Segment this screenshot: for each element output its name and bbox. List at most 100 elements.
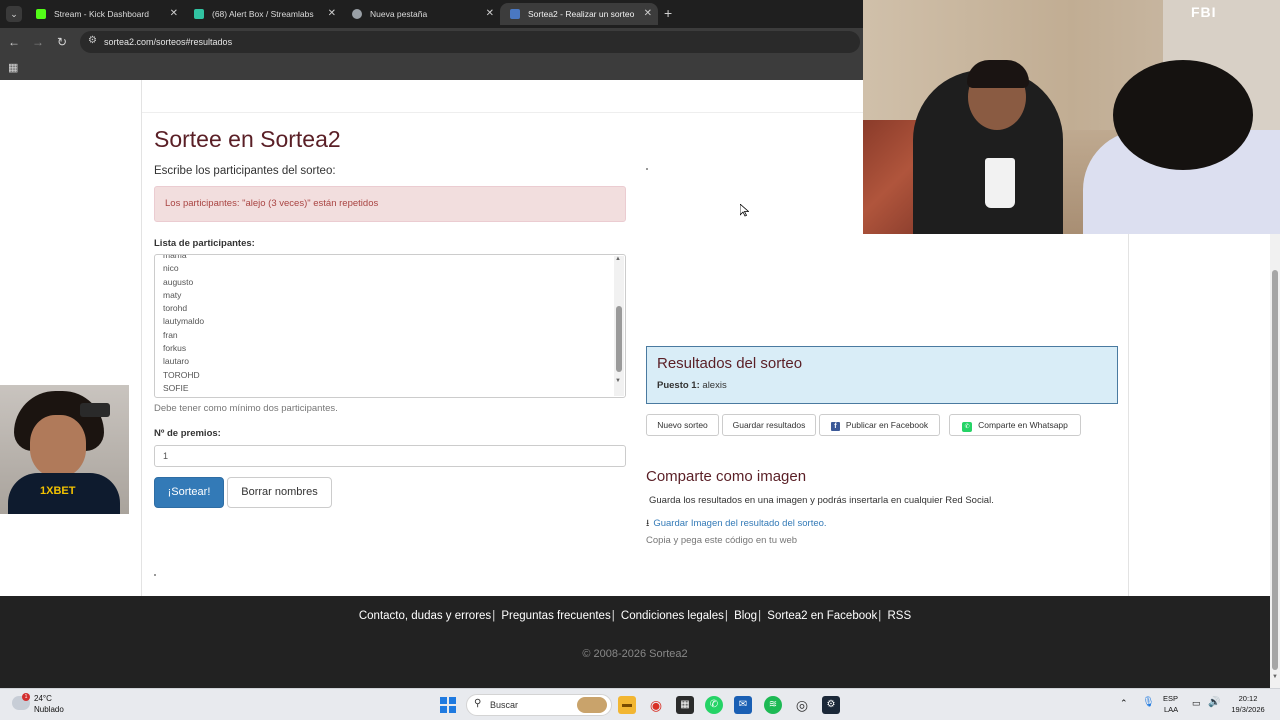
prizes-input[interactable]: 1 xyxy=(154,445,626,467)
volume-icon[interactable]: 🔊 xyxy=(1208,697,1220,708)
participant-line: augusto xyxy=(163,276,194,287)
footer-link-legal[interactable]: Condiciones legales xyxy=(621,610,724,622)
webcam-label: FBI xyxy=(1191,4,1217,20)
display-icon[interactable]: ▭ xyxy=(1192,698,1201,709)
shirt-logo: 1XBET xyxy=(40,485,76,497)
tab-title: Stream - Kick Dashboard xyxy=(54,9,149,19)
windows-taskbar: 1 24°C Nublado ⚲ Buscar ▬ ◉ ▦ ✆ ✉ ≋ ◎ ⚙ … xyxy=(0,688,1280,720)
spotify-icon[interactable]: ≋ xyxy=(764,696,782,714)
back-icon[interactable]: ← xyxy=(6,34,22,50)
clock-time[interactable]: 20:12 xyxy=(1231,694,1265,703)
mail-icon[interactable]: ✉ xyxy=(734,696,752,714)
page-title: Sortee en Sortea2 xyxy=(154,126,341,152)
place-label: Puesto 1: xyxy=(657,380,700,391)
scroll-up-icon[interactable]: ▲ xyxy=(615,256,621,262)
winner-name: alexis xyxy=(702,380,727,391)
language-code-1[interactable]: ESP xyxy=(1163,694,1178,703)
weather-condition[interactable]: Nublado xyxy=(34,705,64,714)
close-tab-icon[interactable]: ✕ xyxy=(644,3,652,25)
footer-link-rss[interactable]: RSS xyxy=(887,610,911,622)
participant-line: torohd xyxy=(163,303,188,314)
participants-textarea[interactable]: mama nico augusto maty torohd lautymaldo… xyxy=(154,254,626,398)
dot-marker xyxy=(154,574,156,576)
close-tab-icon[interactable]: ✕ xyxy=(170,3,178,25)
participant-line: fran xyxy=(163,329,178,340)
notification-badge: 1 xyxy=(22,693,30,701)
tab-streamlabs[interactable]: (68) Alert Box / Streamlabs ✕ xyxy=(184,3,342,25)
participants-lines: mama nico augusto maty torohd lautymaldo… xyxy=(163,254,204,395)
download-image-link[interactable]: ⭳ Guardar Imagen del resultado del sorteo… xyxy=(646,516,827,532)
scroll-thumb[interactable] xyxy=(616,306,622,372)
dot-marker xyxy=(646,168,648,170)
language-code-2[interactable]: LAA xyxy=(1164,705,1178,714)
participants-heading: Escribe los participantes del sorteo: xyxy=(154,165,336,177)
whatsapp-icon: ✆ xyxy=(962,422,973,432)
webcam-overlay-streamer: 1XBET xyxy=(0,385,129,514)
new-tab-icon[interactable]: + xyxy=(664,4,672,22)
globe-favicon-icon xyxy=(352,9,362,19)
whatsapp-app-icon[interactable]: ✆ xyxy=(705,696,723,714)
scroll-down-icon[interactable]: ▼ xyxy=(615,378,621,384)
clear-names-button[interactable]: Borrar nombres xyxy=(227,477,332,508)
store-icon[interactable]: ▦ xyxy=(676,696,694,714)
file-explorer-icon[interactable]: ▬ xyxy=(618,696,636,714)
footer-link-facebook[interactable]: Sortea2 en Facebook xyxy=(767,610,877,622)
prizes-label: Nº de premios: xyxy=(154,428,221,439)
participant-line: mama xyxy=(163,254,187,260)
sortea2-favicon-icon xyxy=(510,9,520,19)
footer-link-contact[interactable]: Contacto, dudas y errores xyxy=(359,610,491,622)
scroll-down-icon[interactable]: ▼ xyxy=(1272,674,1278,680)
draw-button[interactable]: ¡Sortear! xyxy=(154,477,224,508)
webcam-overlay-room: FBI xyxy=(863,0,1280,234)
page-scroll-thumb[interactable] xyxy=(1272,270,1278,670)
weather-temperature[interactable]: 24°C xyxy=(34,694,52,703)
footer-links: Contacto, dudas y errores| Preguntas fre… xyxy=(358,610,912,622)
tab-title: (68) Alert Box / Streamlabs xyxy=(212,9,314,19)
tab-sortea2[interactable]: Sortea2 - Realizar un sorteo ✕ xyxy=(500,3,658,25)
new-draw-button[interactable]: Nuevo sorteo xyxy=(646,414,719,436)
microphone-icon[interactable]: 🎙 xyxy=(1142,697,1155,708)
footer: Contacto, dudas y errores| Preguntas fre… xyxy=(0,596,1270,688)
apps-grid-icon[interactable]: ▦ xyxy=(8,61,18,74)
steam-icon[interactable]: ⚙ xyxy=(822,696,840,714)
participant-line: forkus xyxy=(163,343,187,354)
tab-title: Sortea2 - Realizar un sorteo xyxy=(528,9,635,19)
footer-link-blog[interactable]: Blog xyxy=(734,610,757,622)
facebook-share-label: Publicar en Facebook xyxy=(845,420,929,430)
save-results-button[interactable]: Guardar resultados xyxy=(722,414,816,436)
close-tab-icon[interactable]: ✕ xyxy=(328,3,336,25)
tab-new-tab[interactable]: Nueva pestaña ✕ xyxy=(342,3,500,25)
url-text: sortea2.com/sorteos#resultados xyxy=(104,37,233,47)
reload-icon[interactable]: ↻ xyxy=(54,34,70,50)
participant-line: lautaro xyxy=(163,356,189,367)
address-bar[interactable]: ⚙ sortea2.com/sorteos#resultados xyxy=(80,31,860,53)
facebook-icon: f xyxy=(830,422,840,431)
site-info-icon[interactable]: ⚙ xyxy=(88,35,97,46)
share-image-heading: Comparte como imagen xyxy=(646,468,807,485)
chrome-icon[interactable]: ◉ xyxy=(647,696,665,714)
copyright: © 2008-2026 Sortea2 xyxy=(582,648,688,660)
participants-list-label: Lista de participantes: xyxy=(154,238,255,249)
results-heading: Resultados del sorteo xyxy=(657,355,803,372)
textarea-scrollbar[interactable]: ▲ ▼ xyxy=(614,256,624,396)
clock-date[interactable]: 19/3/2026 xyxy=(1226,705,1270,714)
duplicate-alert: Los participantes: "alejo (3 veces)" est… xyxy=(154,186,626,222)
tab-search-button[interactable]: ⌄ xyxy=(6,6,22,22)
windows-start-icon[interactable] xyxy=(440,697,456,713)
search-placeholder: Buscar xyxy=(490,700,519,710)
share-image-text: Guarda los resultados en una imagen y po… xyxy=(649,495,994,506)
facebook-share-button[interactable]: f Publicar en Facebook xyxy=(819,414,940,436)
forward-icon[interactable]: → xyxy=(30,34,46,50)
tab-kick-dashboard[interactable]: Stream - Kick Dashboard ✕ xyxy=(26,3,184,25)
obs-icon[interactable]: ◎ xyxy=(793,696,811,714)
participant-line: SOFIE xyxy=(163,382,189,393)
tray-chevron-icon[interactable]: ⌃ xyxy=(1120,698,1128,709)
participant-line: TOROHD xyxy=(163,369,200,380)
taskbar-search[interactable]: ⚲ Buscar xyxy=(466,694,612,716)
result-row: Puesto 1: alexis xyxy=(657,380,727,391)
footer-link-faq[interactable]: Preguntas frecuentes xyxy=(501,610,610,622)
tab-title: Nueva pestaña xyxy=(370,9,428,19)
participants-help-text: Debe tener como mínimo dos participantes… xyxy=(154,403,338,414)
whatsapp-share-button[interactable]: ✆ Comparte en Whatsapp xyxy=(949,414,1081,436)
close-tab-icon[interactable]: ✕ xyxy=(486,3,494,25)
